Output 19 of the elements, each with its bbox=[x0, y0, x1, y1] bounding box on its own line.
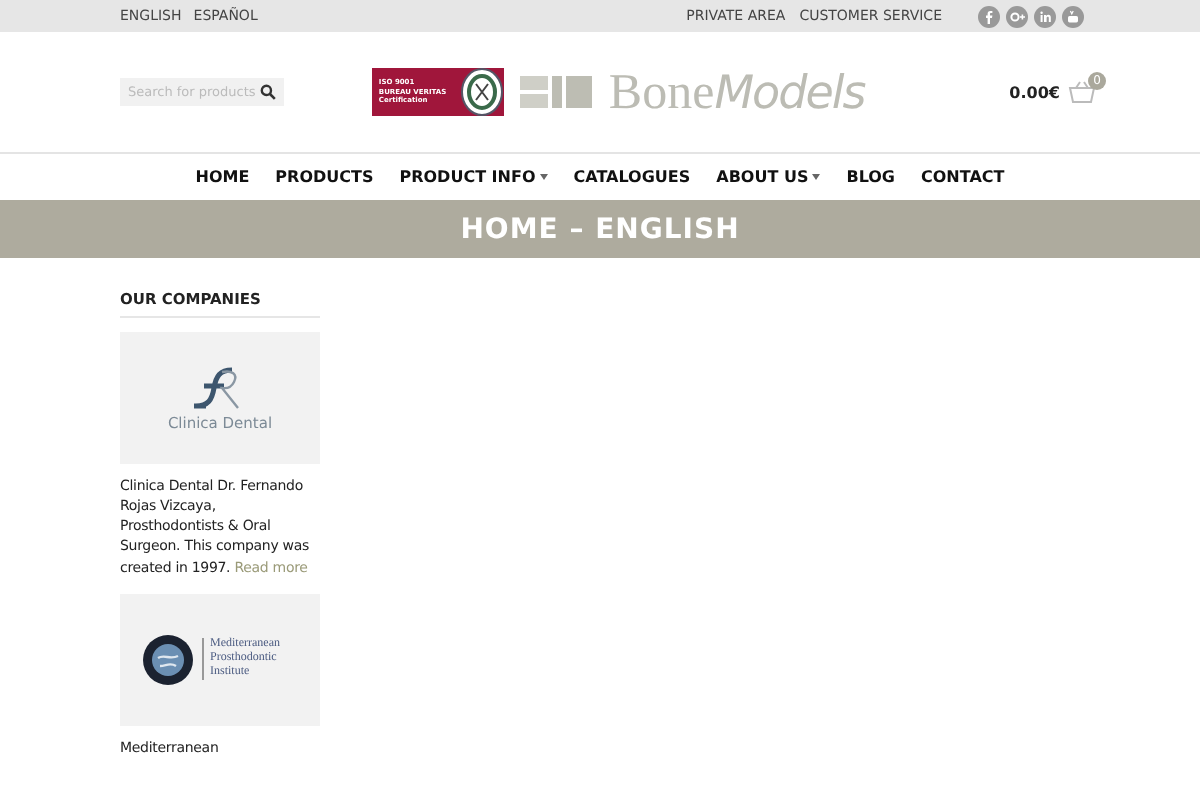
nav-item[interactable]: HOME bbox=[195, 168, 250, 186]
nav-item[interactable]: CONTACT bbox=[921, 168, 1005, 186]
globe-emblem-icon bbox=[142, 633, 194, 686]
page-title: HOME – ENGLISH bbox=[460, 213, 740, 245]
basket-icon[interactable] bbox=[1067, 80, 1096, 104]
nav-item[interactable]: ABOUT US bbox=[716, 168, 821, 186]
linkedin-icon[interactable] bbox=[1034, 5, 1056, 27]
nav-item[interactable]: PRODUCT INFO bbox=[399, 168, 548, 186]
nav-item[interactable]: CATALOGUES bbox=[573, 168, 691, 186]
seal-icon bbox=[460, 68, 505, 116]
nav-item[interactable]: PRODUCTS bbox=[275, 168, 374, 186]
cart-total[interactable]: 0.00€ bbox=[1009, 83, 1060, 101]
brand-logo: BoneModels bbox=[608, 67, 865, 117]
search-icon[interactable] bbox=[260, 84, 276, 100]
youtube-icon[interactable] bbox=[1062, 5, 1084, 27]
facebook-icon[interactable] bbox=[978, 5, 1000, 27]
nav-item[interactable]: BLOG bbox=[846, 168, 895, 186]
google-plus-icon[interactable] bbox=[1006, 5, 1028, 27]
logo-mark-icon bbox=[520, 76, 593, 108]
